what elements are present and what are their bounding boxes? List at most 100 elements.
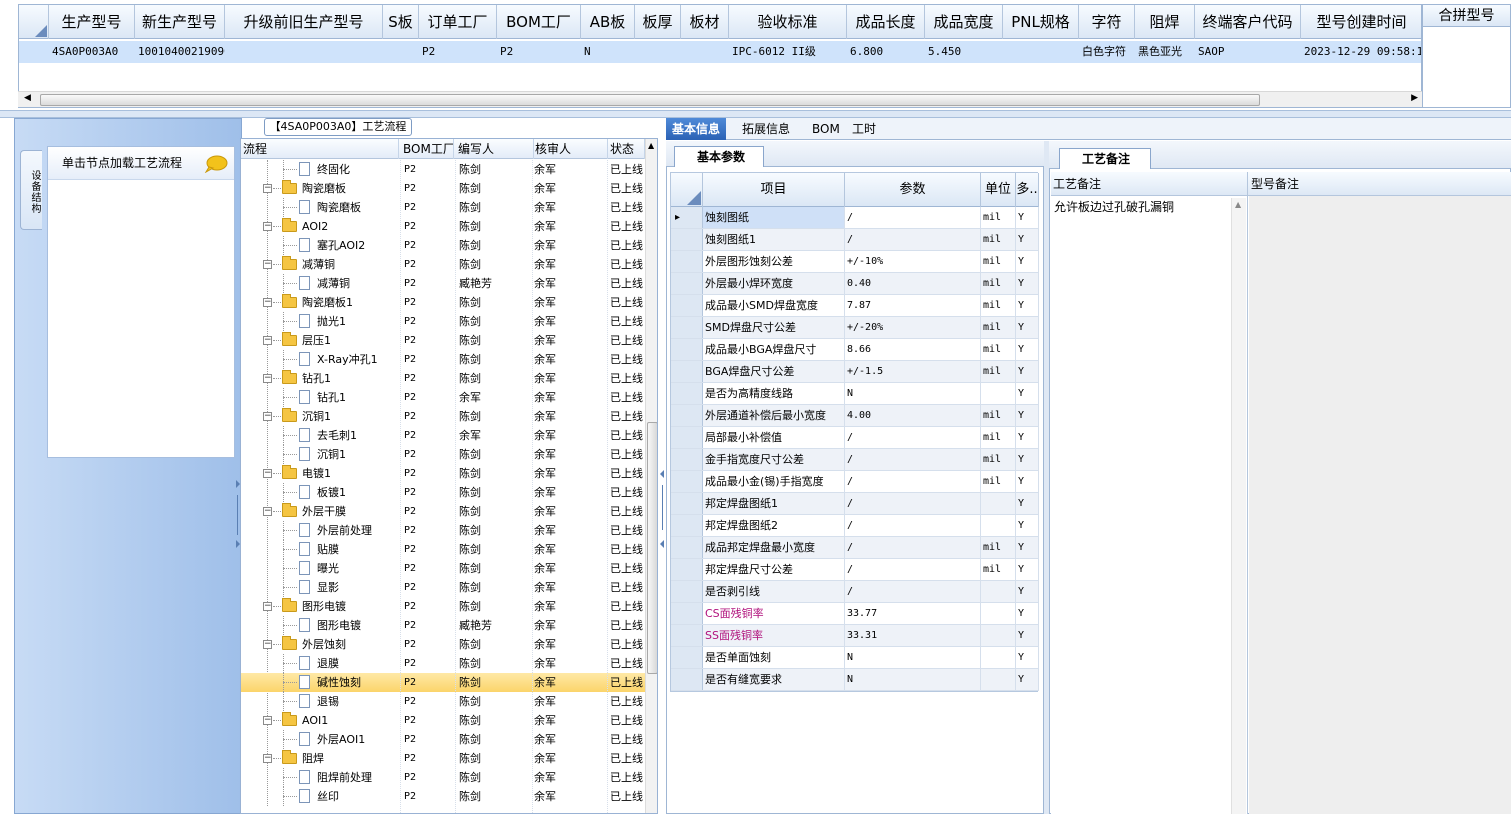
process-note-cell[interactable]: 允许板边过孔破孔漏铜 [1051, 196, 1248, 814]
tree-author-cell[interactable]: 陈剑 [459, 255, 533, 274]
tree-status-cell[interactable]: 已上线 [610, 787, 646, 806]
tree-author-cell[interactable]: 陈剑 [459, 521, 533, 540]
tree-bom-cell[interactable]: P2 [404, 635, 454, 654]
collapse-toggle-icon[interactable]: − [263, 602, 272, 611]
tree-group-node[interactable]: − 陶瓷磨板1 P2 陈剑 余军 已上线 [241, 293, 646, 312]
param-item-cell[interactable]: 成品最小SMD焊盘宽度 [703, 295, 845, 316]
param-item-cell[interactable]: 成品最小金(锡)手指宽度 [703, 471, 845, 492]
row-indicator[interactable] [671, 449, 703, 470]
tree-author-cell[interactable]: 陈剑 [459, 236, 533, 255]
param-row[interactable]: BGA焊盘尺寸公差 +/-1.5 mil Y [671, 361, 1039, 383]
param-unit-cell[interactable]: mil [981, 449, 1016, 470]
param-value-cell[interactable]: 33.77 [845, 603, 981, 624]
tree-author-cell[interactable]: 陈剑 [459, 502, 533, 521]
tree-step-node[interactable]: 终固化 P2 陈剑 余军 已上线 [241, 160, 646, 179]
model-cell-created[interactable]: 2023-12-29 09:58:19 [1301, 41, 1421, 63]
row-indicator[interactable]: ▸ [671, 207, 703, 228]
row-indicator[interactable] [671, 383, 703, 404]
tab-process-notes[interactable]: 工艺备注 [1059, 148, 1151, 169]
tree-reviewer-cell[interactable]: 余军 [534, 711, 608, 730]
vertical-tab-device-structure[interactable]: 设备结构 [20, 150, 42, 230]
tree-step-node[interactable]: 沉铜1 P2 陈剑 余军 已上线 [241, 445, 646, 464]
param-row[interactable]: 金手指宽度尺寸公差 / mil Y [671, 449, 1039, 471]
param-flag-cell[interactable]: Y [1016, 317, 1039, 338]
param-flag-cell[interactable]: Y [1016, 273, 1039, 294]
tree-step-node[interactable]: 图形电镀 P2 臧艳芳 余军 已上线 [241, 616, 646, 635]
param-item-cell[interactable]: CS面残铜率 [703, 603, 845, 624]
tab-extended-info[interactable]: 拓展信息 [736, 118, 796, 140]
model-cell-s-board[interactable] [383, 41, 419, 63]
model-cell-width[interactable]: 5.450 [925, 41, 1003, 63]
model-col-header[interactable]: 成品长度 [847, 5, 925, 39]
row-indicator[interactable] [671, 295, 703, 316]
tree-author-cell[interactable]: 陈剑 [459, 179, 533, 198]
tree-reviewer-cell[interactable]: 余军 [534, 350, 608, 369]
model-cell-bom-factory[interactable]: P2 [497, 41, 581, 63]
tree-flow-cell[interactable]: − 陶瓷磨板1 [241, 293, 399, 312]
tree-status-cell[interactable]: 已上线 [610, 445, 646, 464]
tree-col-reviewer[interactable]: 核审人 [533, 139, 608, 159]
tree-status-cell[interactable]: 已上线 [610, 274, 646, 293]
tab-basic-info[interactable]: 基本信息 [666, 118, 727, 140]
model-cell-ab-board[interactable]: N [581, 41, 635, 63]
tree-status-cell[interactable]: 已上线 [610, 597, 646, 616]
tree-author-cell[interactable]: 陈剑 [459, 673, 533, 692]
tree-reviewer-cell[interactable]: 余军 [534, 521, 608, 540]
tree-group-node[interactable]: − 电镀1 P2 陈剑 余军 已上线 [241, 464, 646, 483]
tree-author-cell[interactable]: 陈剑 [459, 198, 533, 217]
tree-status-cell[interactable]: 已上线 [610, 654, 646, 673]
tree-bom-cell[interactable]: P2 [404, 179, 454, 198]
param-unit-cell[interactable] [981, 493, 1016, 514]
params-col-param[interactable]: 参数 [845, 173, 981, 207]
param-flag-cell[interactable]: Y [1016, 515, 1039, 536]
param-unit-cell[interactable]: mil [981, 471, 1016, 492]
param-unit-cell[interactable] [981, 515, 1016, 536]
tree-reviewer-cell[interactable]: 余军 [534, 445, 608, 464]
tree-step-node[interactable]: 丝印 P2 陈剑 余军 已上线 [241, 787, 646, 806]
tree-col-bom[interactable]: BOM工厂 [401, 139, 454, 159]
tree-author-cell[interactable]: 陈剑 [459, 293, 533, 312]
tree-bom-cell[interactable]: P2 [404, 711, 454, 730]
tree-step-node[interactable]: 外层AOI1 P2 陈剑 余军 已上线 [241, 730, 646, 749]
tree-col-flow[interactable]: 流程 [241, 139, 399, 159]
tree-flow-cell[interactable]: 沉铜1 [241, 445, 399, 464]
param-unit-cell[interactable]: mil [981, 405, 1016, 426]
model-col-header[interactable]: S板 [383, 5, 419, 39]
param-item-cell[interactable]: 是否剥引线 [703, 581, 845, 602]
tree-author-cell[interactable]: 陈剑 [459, 597, 533, 616]
param-row[interactable]: 局部最小补偿值 / mil Y [671, 427, 1039, 449]
tree-author-cell[interactable]: 陈剑 [459, 445, 533, 464]
model-col-header[interactable]: 新生产型号 [135, 5, 225, 39]
param-value-cell[interactable]: / [845, 537, 981, 558]
model-col-header[interactable]: 字符 [1079, 5, 1135, 39]
params-col-item[interactable]: 项目 [703, 173, 845, 207]
tree-reviewer-cell[interactable]: 余军 [534, 236, 608, 255]
param-unit-cell[interactable]: mil [981, 229, 1016, 250]
param-item-cell[interactable]: SMD焊盘尺寸公差 [703, 317, 845, 338]
param-row[interactable]: 外层通道补偿后最小宽度 4.00 mil Y [671, 405, 1039, 427]
tree-step-node[interactable]: 显影 P2 陈剑 余军 已上线 [241, 578, 646, 597]
tree-flow-cell[interactable]: 终固化 [241, 160, 399, 179]
collapse-toggle-icon[interactable]: − [263, 412, 272, 421]
row-indicator[interactable] [671, 317, 703, 338]
tree-flow-cell[interactable]: − 沉铜1 [241, 407, 399, 426]
param-value-cell[interactable]: / [845, 515, 981, 536]
horizontal-splitter[interactable] [0, 110, 1511, 118]
tree-reviewer-cell[interactable]: 余军 [534, 730, 608, 749]
tree-group-node[interactable]: − 层压1 P2 陈剑 余军 已上线 [241, 331, 646, 350]
param-value-cell[interactable]: 4.00 [845, 405, 981, 426]
tree-status-cell[interactable]: 已上线 [610, 635, 646, 654]
tree-author-cell[interactable]: 陈剑 [459, 559, 533, 578]
tree-bom-cell[interactable]: P2 [404, 160, 454, 179]
param-value-cell[interactable]: / [845, 207, 981, 228]
tree-flow-cell[interactable]: − 层压1 [241, 331, 399, 350]
tree-bom-cell[interactable]: P2 [404, 426, 454, 445]
tree-flow-cell[interactable]: 退膜 [241, 654, 399, 673]
scroll-left-icon[interactable]: ◀ [24, 93, 31, 103]
tree-reviewer-cell[interactable]: 余军 [534, 597, 608, 616]
tree-bom-cell[interactable]: P2 [404, 388, 454, 407]
tree-step-node[interactable]: 减薄铜 P2 臧艳芳 余军 已上线 [241, 274, 646, 293]
param-item-cell[interactable]: BGA焊盘尺寸公差 [703, 361, 845, 382]
model-col-header[interactable]: 型号创建时间 [1301, 5, 1421, 39]
tree-bom-cell[interactable]: P2 [404, 407, 454, 426]
